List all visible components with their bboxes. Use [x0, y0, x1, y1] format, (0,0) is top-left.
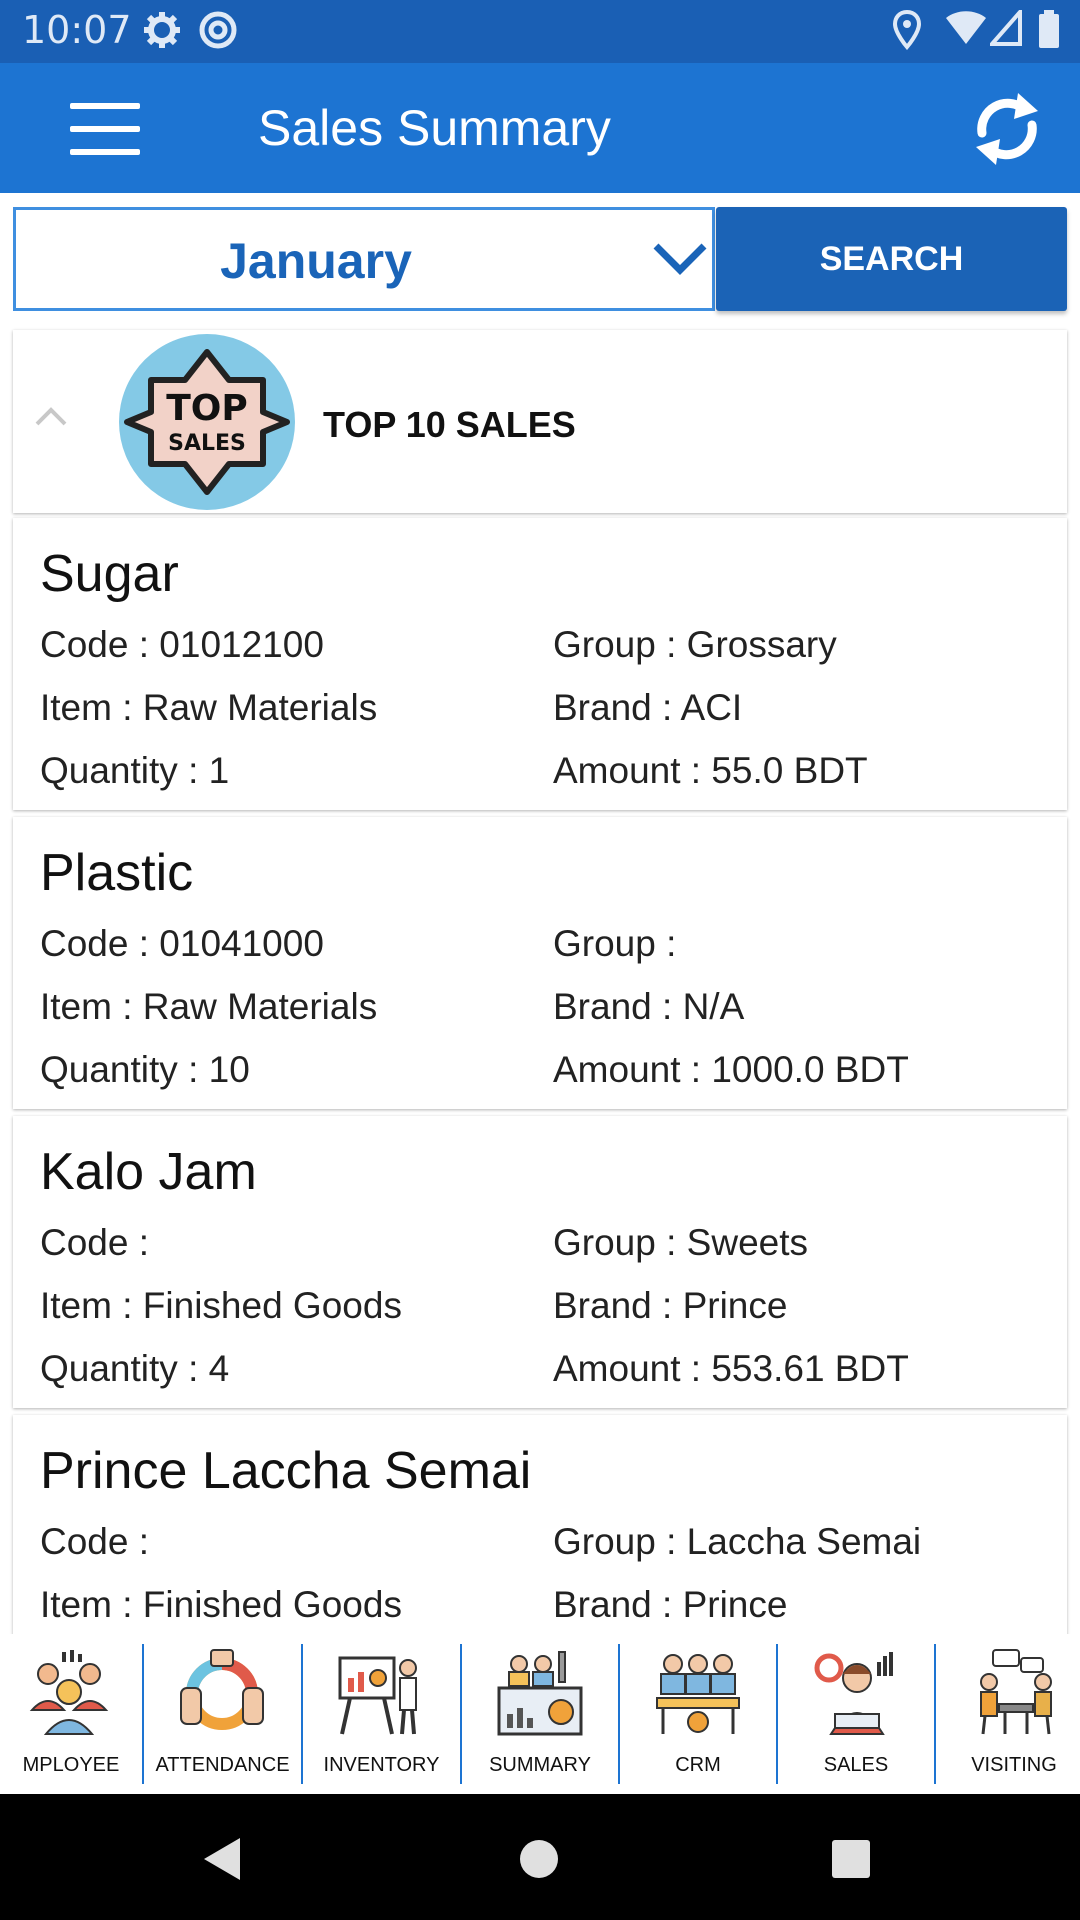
product-amount: Amount : 553.61 BDT [553, 1348, 909, 1389]
chevron-up-icon[interactable] [31, 400, 71, 430]
menu-button[interactable] [70, 103, 144, 155]
bottom-nav: MPLOYEE ATTENDANCE INVENTORY SUMMARY CRM… [0, 1634, 1080, 1794]
product-item: Item : Finished Goods [40, 1285, 402, 1326]
product-name: Prince Laccha Semai [40, 1442, 532, 1500]
product-code: Code : 01041000 [40, 923, 324, 964]
top-sales-header[interactable]: TOP SALES TOP 10 SALES [13, 330, 1067, 513]
product-card[interactable]: Sugar Code : 01012100 Group : Grossary I… [13, 518, 1067, 810]
nav-label: INVENTORY [323, 1754, 440, 1776]
system-nav-bar [0, 1794, 1080, 1920]
settings-icon [144, 12, 180, 48]
product-code: Code : [40, 1521, 150, 1562]
product-card[interactable]: Kalo Jam Code : Group : Sweets Item : Fi… [13, 1116, 1067, 1408]
page-title: Sales Summary [258, 100, 611, 156]
nav-label: SUMMARY [489, 1754, 591, 1776]
product-quantity: Quantity : 10 [40, 1049, 250, 1090]
home-icon[interactable] [518, 1838, 560, 1880]
product-group: Group : Sweets [553, 1222, 809, 1263]
product-name: Kalo Jam [40, 1143, 257, 1201]
refresh-icon[interactable] [972, 89, 1042, 169]
back-icon[interactable] [200, 1834, 246, 1884]
attendance-icon [180, 1649, 264, 1730]
product-brand: Brand : ACI [553, 687, 743, 728]
product-code: Code : 01012100 [40, 624, 324, 665]
nav-label: VISITING [971, 1754, 1057, 1776]
wifi-icon [946, 11, 986, 44]
product-item: Item : Finished Goods [40, 1584, 402, 1625]
nav-sales[interactable]: SALES [778, 1634, 934, 1794]
sales-icon [814, 1652, 893, 1735]
visiting-icon [980, 1649, 1052, 1735]
product-amount: Amount : 1000.0 BDT [553, 1049, 909, 1090]
nav-employee[interactable]: MPLOYEE [0, 1634, 142, 1794]
nav-label: MPLOYEE [22, 1754, 120, 1776]
badge-text-sales: SALES [168, 431, 246, 456]
product-brand: Brand : Prince [553, 1285, 788, 1326]
product-name: Plastic [40, 844, 194, 902]
product-brand: Brand : Prince [553, 1584, 788, 1625]
product-code: Code : [40, 1222, 150, 1263]
search-button[interactable]: SEARCH [716, 207, 1067, 311]
product-amount: Amount : 55.0 BDT [553, 750, 868, 791]
crm-icon [656, 1654, 740, 1734]
top-sales-badge-icon: TOP SALES [119, 334, 295, 510]
nav-attendance[interactable]: ATTENDANCE [144, 1634, 301, 1794]
nav-visiting[interactable]: VISITING [936, 1634, 1080, 1794]
nav-inventory[interactable]: INVENTORY [303, 1634, 460, 1794]
menu-icon-bar [70, 149, 140, 155]
inventory-icon [338, 1656, 417, 1735]
nav-label: SALES [823, 1754, 889, 1776]
status-bar: 10:07 [0, 0, 1080, 63]
product-item: Item : Raw Materials [40, 986, 378, 1027]
status-time: 10:07 [22, 8, 132, 52]
nav-label: ATTENDANCE [155, 1754, 290, 1776]
product-brand: Brand : N/A [553, 986, 745, 1027]
month-select[interactable]: January [13, 207, 715, 311]
product-quantity: Quantity : 1 [40, 750, 230, 791]
summary-icon [497, 1651, 583, 1736]
product-group: Group : Grossary [553, 624, 837, 665]
app-bar: Sales Summary [0, 63, 1080, 193]
menu-icon-bar [70, 126, 140, 132]
chevron-down-icon [653, 243, 707, 275]
signal-icon [990, 10, 1022, 46]
product-group: Group : Laccha Semai [553, 1521, 922, 1562]
location-icon [892, 10, 922, 50]
employee-icon [29, 1650, 109, 1735]
top-sales-title: TOP 10 SALES [323, 404, 576, 445]
nav-crm[interactable]: CRM [620, 1634, 776, 1794]
month-select-value: January [220, 233, 412, 289]
badge-text-top: TOP [166, 388, 248, 429]
product-name: Sugar [40, 545, 179, 603]
nav-label: CRM [675, 1754, 721, 1776]
product-group: Group : [553, 923, 677, 964]
product-card[interactable]: Plastic Code : 01041000 Group : Item : R… [13, 817, 1067, 1109]
product-item: Item : Raw Materials [40, 687, 378, 728]
nav-summary[interactable]: SUMMARY [462, 1634, 618, 1794]
recents-icon[interactable] [830, 1838, 872, 1880]
product-quantity: Quantity : 4 [40, 1348, 230, 1389]
menu-icon-bar [70, 103, 140, 109]
battery-icon [1039, 10, 1059, 48]
at-sign-icon [199, 11, 237, 49]
